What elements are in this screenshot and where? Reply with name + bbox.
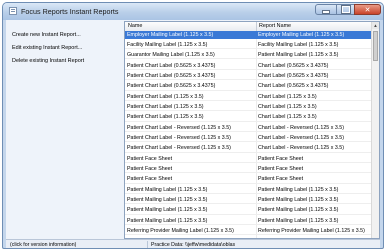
title-bar[interactable]: Focus Reports Instant Reports ✕ — [3, 3, 383, 20]
column-header-name[interactable]: Name — [128, 23, 142, 29]
cell-report-name: Chart Label (1.125 x 3.5) — [258, 103, 317, 110]
scroll-up-icon[interactable]: ▲ — [372, 22, 379, 29]
cell-name: Patient Mailing Label (1.125 x 3.5) — [127, 197, 208, 204]
sidebar-menu: Create new Instant Report... Edit existi… — [6, 20, 123, 239]
table-row[interactable]: Patient Mailing Label (1.125 x 3.5) Patie… — [125, 186, 373, 195]
client-area: Create new Instant Report... Edit existi… — [6, 20, 380, 239]
table-row[interactable]: Patient Mailing Label (1.125 x 3.5) Patie… — [125, 197, 373, 205]
cell-name: Patient Face Sheet — [127, 155, 173, 162]
cell-report-name: Chart Label (1.125 x 3.5) — [258, 93, 317, 100]
maximize-button[interactable] — [336, 4, 355, 15]
column-divider[interactable] — [256, 22, 257, 31]
cell-name: Patient Chart Label - Reversed (1.125 x … — [127, 124, 231, 131]
table-row[interactable]: Employer Mailing Label (1.125 x 3.5) Empl… — [125, 31, 373, 39]
cell-name: Patient Chart Label (1.125 x 3.5) — [127, 114, 204, 121]
create-report-link[interactable]: Create new Instant Report... — [12, 32, 81, 38]
delete-report-link[interactable]: Delete existing Instant Report — [12, 58, 84, 64]
scrollbar-thumb[interactable] — [373, 31, 378, 61]
table-row[interactable]: Patient Chart Label - Reversed (1.125 x … — [125, 145, 373, 153]
table-row[interactable]: Patient Mailing Label (1.125 x 3.5) Patie… — [125, 207, 373, 215]
table-row[interactable]: Patient Chart Label (0.5625 x 3.4375) Cha… — [125, 83, 373, 91]
status-bar: (click for version information) Practice… — [6, 239, 380, 248]
table-row[interactable]: Referring Provider Mailing Label (1.125 … — [125, 228, 373, 236]
minimize-button[interactable] — [315, 4, 337, 15]
table-row[interactable]: Patient Face Sheet Patient Face Sheet — [125, 176, 373, 184]
cell-report-name: Chart Label - Reversed (1.125 x 3.5) — [258, 135, 344, 141]
cell-name: Patient Mailing Label (1.125 x 3.5) — [127, 186, 208, 193]
window-title: Focus Reports Instant Reports — [21, 7, 119, 16]
cell-report-name: Patient Face Sheet — [258, 155, 304, 162]
reports-grid[interactable]: Name Report Name Employer Mailing Label … — [124, 21, 380, 239]
version-info-status[interactable]: (click for version information) — [10, 242, 76, 248]
cell-name: Patient Chart Label - Reversed (1.125 x … — [127, 135, 231, 141]
close-button[interactable]: ✕ — [354, 4, 381, 15]
cell-report-name: Chart Label (0.5625 x 3.4375) — [258, 83, 329, 90]
cell-report-name: Chart Label - Reversed (1.125 x 3.5) — [258, 124, 344, 131]
table-row[interactable]: Patient Chart Label - Reversed (1.125 x … — [125, 124, 373, 132]
cell-report-name: Patient Mailing Label (1.125 x 3.5) — [258, 52, 339, 59]
vertical-scrollbar[interactable]: ▲ — [371, 22, 379, 238]
cell-name: Patient Face Sheet — [127, 176, 173, 183]
cell-report-name: Chart Label - Reversed (1.125 x 3.5) — [258, 145, 344, 152]
table-row[interactable]: Patient Face Sheet Patient Face Sheet — [125, 166, 373, 174]
cell-report-name: Patient Mailing Label (1.125 x 3.5) — [258, 207, 339, 214]
table-row[interactable]: Patient Chart Label (0.5625 x 3.4375) Cha… — [125, 72, 373, 81]
cell-name: Facility Mailing Label (1.125 x 3.5) — [127, 41, 208, 48]
cell-report-name: Chart Label (0.5625 x 3.4375) — [258, 72, 329, 79]
cell-name: Patient Mailing Label (1.125 x 3.5) — [127, 217, 208, 224]
cell-report-name: Chart Label (1.125 x 3.5) — [258, 114, 317, 121]
table-row[interactable]: Patient Chart Label (0.5625 x 3.4375) Cha… — [125, 62, 373, 70]
cell-name: Patient Face Sheet — [127, 166, 173, 173]
cell-name: Patient Chart Label (0.5625 x 3.4375) — [127, 83, 216, 90]
cell-report-name: Chart Label (0.5625 x 3.4375) — [258, 62, 329, 69]
cell-report-name: Employer Mailing Label (1.125 x 3.5) — [258, 31, 345, 38]
cell-name: Patient Mailing Label (1.125 x 3.5) — [127, 207, 208, 214]
cell-report-name: Patient Face Sheet — [258, 176, 304, 183]
table-row[interactable]: Patient Chart Label (1.125 x 3.5) Chart L… — [125, 93, 373, 101]
cell-name: Employer Mailing Label (1.125 x 3.5) — [127, 31, 214, 38]
table-row[interactable]: Guarantor Mailing Label (1.125 x 3.5) Pat… — [125, 52, 373, 60]
table-row[interactable]: Facility Mailing Label (1.125 x 3.5) Faci… — [125, 41, 373, 50]
practice-data-status: Practice Data: \\jeffw\medidata\oblas — [151, 241, 236, 248]
cell-report-name: Patient Face Sheet — [258, 166, 304, 173]
table-row[interactable]: Patient Chart Label (1.125 x 3.5) Chart L… — [125, 114, 373, 122]
cell-report-name: Patient Mailing Label (1.125 x 3.5) — [258, 186, 339, 193]
cell-name: Patient Chart Label (0.5625 x 3.4375) — [127, 62, 216, 69]
cell-name: Guarantor Mailing Label (1.125 x 3.5) — [127, 52, 215, 59]
status-divider — [147, 241, 148, 248]
cell-name: Patient Chart Label (1.125 x 3.5) — [127, 93, 204, 100]
table-row[interactable]: Patient Chart Label (1.125 x 3.5) Chart L… — [125, 103, 373, 112]
table-row[interactable]: Patient Mailing Label (1.125 x 3.5) Patie… — [125, 217, 373, 226]
edit-report-link[interactable]: Edit existing Instant Report... — [12, 45, 82, 51]
cell-report-name: Referring Provider Mailing Label (1.125 … — [258, 228, 365, 235]
cell-name: Referring Provider Mailing Label (1.125 … — [127, 228, 234, 235]
cell-name: Patient Chart Label (0.5625 x 3.4375) — [127, 72, 216, 79]
column-header-report-name[interactable]: Report Name — [259, 23, 291, 29]
app-icon — [9, 7, 17, 15]
cell-name: Patient Chart Label (1.125 x 3.5) — [127, 103, 204, 110]
cell-report-name: Patient Mailing Label (1.125 x 3.5) — [258, 217, 339, 224]
table-row[interactable]: Patient Face Sheet Patient Face Sheet — [125, 155, 373, 163]
cell-report-name: Patient Mailing Label (1.125 x 3.5) — [258, 197, 339, 204]
app-window: Focus Reports Instant Reports ✕ Create n… — [2, 2, 384, 249]
cell-report-name: Facility Mailing Label (1.125 x 3.5) — [258, 41, 339, 48]
table-row[interactable]: Patient Chart Label - Reversed (1.125 x … — [125, 135, 373, 143]
cell-name: Patient Chart Label - Reversed (1.125 x … — [127, 145, 231, 152]
